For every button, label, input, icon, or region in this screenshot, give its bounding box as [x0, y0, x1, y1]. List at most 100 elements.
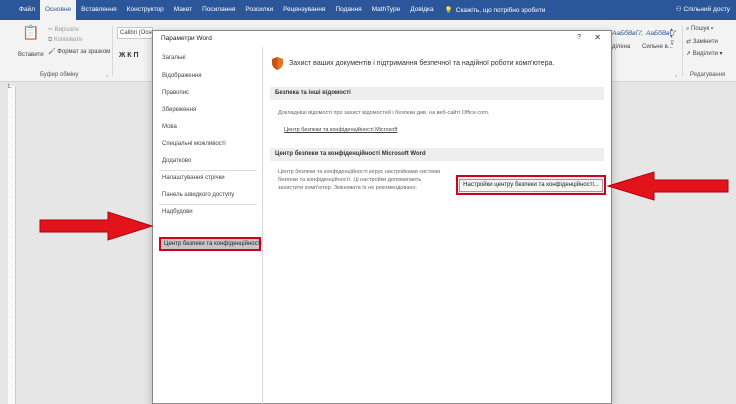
- ruler-tick: ·: [11, 374, 13, 379]
- security-info-text: Докладніші відомості про захист відомост…: [278, 110, 490, 116]
- ruler-tick: ·: [11, 104, 13, 109]
- ruler-tick: ·: [11, 174, 13, 179]
- ribbon-separator: [682, 26, 683, 76]
- trust-center-settings-label: Настройки центру безпеки та конфіденційн…: [459, 179, 603, 192]
- ribbon-separator: [112, 26, 113, 76]
- nav-item-trust-center[interactable]: Центр безпеки та конфіденційності: [159, 237, 262, 251]
- ribbon-tab[interactable]: Довідка: [405, 0, 438, 20]
- styles-launcher-icon[interactable]: ⌟: [675, 72, 677, 78]
- ruler-tick: ·: [11, 234, 13, 239]
- ruler-tick: ·: [11, 284, 13, 289]
- replace-icon: ⇄: [686, 39, 692, 45]
- vertical-ruler: · · · · · · · · · · · · · · · · · · · · · · · · · · · · · ·: [8, 86, 16, 404]
- ribbon-tab[interactable]: MathType: [367, 0, 406, 20]
- editing-group-label: Редагування: [690, 72, 726, 78]
- ruler-tick: ·: [11, 194, 13, 199]
- search-icon: ⌕: [686, 26, 690, 32]
- tell-me-search[interactable]: 💡 Скажіть, що потрібно зробити: [444, 6, 546, 15]
- ruler-tick: ·: [11, 204, 13, 209]
- paste-button[interactable]: Вставити: [18, 52, 44, 58]
- ribbon-tab[interactable]: Макет: [169, 0, 197, 20]
- ruler-tick: ·: [11, 364, 13, 369]
- ruler-tick: ·: [11, 294, 13, 299]
- nav-item-quick-access[interactable]: Панель швидкого доступу: [162, 192, 234, 198]
- nav-item-proofing[interactable]: Правопис: [162, 90, 189, 96]
- nav-item-customize-ribbon[interactable]: Налаштування стрічки: [162, 175, 225, 181]
- shield-icon: [272, 57, 283, 70]
- lightbulb-icon: 💡: [444, 7, 453, 14]
- ribbon-tab[interactable]: Вставлення: [76, 0, 122, 20]
- nav-item-accessibility[interactable]: Спеціальні можливості: [162, 141, 226, 147]
- help-icon[interactable]: ?: [577, 34, 581, 41]
- ruler-tick: ·: [11, 184, 13, 189]
- ribbon-tab[interactable]: Файл: [14, 0, 40, 20]
- nav-item-advanced[interactable]: Додатково: [162, 158, 191, 164]
- section-security-info: Безпека та інші відомості: [270, 87, 604, 100]
- copy-button[interactable]: ⧉ Копіювати: [48, 37, 82, 44]
- ruler-tick: ·: [11, 214, 13, 219]
- nav-item-save[interactable]: Збереження: [162, 107, 196, 113]
- ruler-tick: ·: [11, 314, 13, 319]
- section-trust-center: Центр безпеки та конфіденційності Micros…: [270, 148, 604, 161]
- content-header: Захист ваших документів і підтримання бе…: [272, 57, 554, 70]
- dialog-launcher-icon[interactable]: ⌟: [106, 72, 108, 78]
- ruler-tick: ·: [11, 384, 13, 389]
- cursor-icon: ➚: [686, 51, 692, 57]
- ribbon-tab-bar: Файл Основне Вставлення Конструктор Макет Пос…: [0, 0, 736, 20]
- ruler-tick: ·: [11, 94, 13, 99]
- ruler-tick: ·: [11, 114, 13, 119]
- ruler-tick: ·: [11, 264, 13, 269]
- ribbon-tab[interactable]: Розсилки: [240, 0, 278, 20]
- nav-item-language[interactable]: Мова: [162, 124, 177, 130]
- ruler-tick: ·: [11, 154, 13, 159]
- ruler-tick: ·: [11, 244, 13, 249]
- ruler-tick: ·: [11, 324, 13, 329]
- nav-item-general[interactable]: Загальні: [162, 55, 186, 61]
- nav-separator: [159, 204, 257, 205]
- search-button[interactable]: ⌕ Пошук ▾: [686, 26, 713, 33]
- cut-button[interactable]: ✂ Вирізати: [48, 26, 79, 33]
- font-format-buttons[interactable]: Ж К П: [119, 52, 139, 59]
- ruler-tick: ·: [11, 304, 13, 309]
- ruler-tick: ·: [11, 344, 13, 349]
- person-icon: ⚇: [675, 6, 682, 13]
- tab-selector-icon[interactable]: L: [8, 84, 16, 92]
- trust-center-description: Центр безпеки та конфіденційності керує …: [278, 169, 441, 191]
- ribbon-tab[interactable]: Подання: [330, 0, 366, 20]
- microsoft-trust-center-link[interactable]: Центр безпеки та конфіденційності Micros…: [284, 127, 397, 133]
- ribbon-tab[interactable]: Посилання: [197, 0, 240, 20]
- ruler-tick: ·: [11, 354, 13, 359]
- word-options-dialog: Параметри Word ? ✕ Загальні Відображення…: [152, 30, 612, 404]
- share-button[interactable]: ⚇ Спільний досту: [676, 0, 730, 20]
- ruler-tick: ·: [11, 124, 13, 129]
- nav-item-display[interactable]: Відображення: [162, 73, 202, 79]
- ribbon-tab[interactable]: Рецензування: [278, 0, 330, 20]
- select-button[interactable]: ➚ Виділити ▾: [686, 50, 723, 57]
- style-sample-1[interactable]: АаБбВвГґ,: [612, 30, 643, 37]
- ruler-tick: ·: [11, 224, 13, 229]
- ribbon-tab[interactable]: Основне: [39, 0, 77, 20]
- nav-separator: [159, 170, 257, 171]
- close-icon[interactable]: ✕: [594, 33, 601, 42]
- red-arrow-right-icon: [39, 211, 154, 241]
- clipboard-paste-icon: 📋: [22, 24, 40, 40]
- styles-scroll-icon[interactable]: ▴ ▾ ⊽: [670, 26, 674, 47]
- red-arrow-left-icon: [606, 171, 729, 201]
- content-header-text: Захист ваших документів і підтримання бе…: [289, 60, 555, 67]
- font-name-box[interactable]: Calibri (Осно: [117, 27, 153, 39]
- ruler-tick: ·: [11, 334, 13, 339]
- ruler-tick: ·: [11, 274, 13, 279]
- trust-center-settings-button[interactable]: Настройки центру безпеки та конфіденційн…: [456, 175, 606, 195]
- clipboard-group-label: Буфер обміну: [40, 72, 79, 78]
- style-name-1: ділена: [612, 44, 631, 50]
- ruler-tick: ·: [11, 134, 13, 139]
- style-name-2: Сильне в...: [642, 44, 673, 50]
- replace-button[interactable]: ⇄ Замінити: [686, 38, 718, 45]
- dialog-title: Параметри Word: [161, 35, 212, 42]
- ribbon-tab[interactable]: Конструктор: [122, 0, 169, 20]
- format-painter-button[interactable]: 🖌 Формат за зразком: [48, 48, 110, 55]
- ruler-tick: ·: [11, 144, 13, 149]
- ruler-tick: ·: [11, 254, 13, 259]
- nav-item-addins[interactable]: Надбудови: [162, 209, 193, 215]
- ruler-tick: ·: [11, 164, 13, 169]
